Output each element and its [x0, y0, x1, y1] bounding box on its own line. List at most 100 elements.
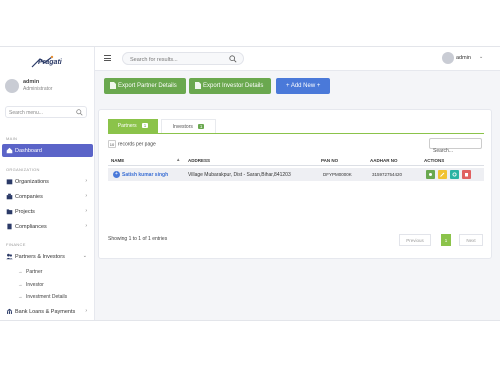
user-role: Administrator — [23, 86, 53, 92]
chevron-right-icon: › — [85, 223, 87, 229]
company-icon — [6, 193, 13, 200]
sidebar-user[interactable]: admin Administrator — [5, 77, 93, 97]
sidebar-item-label: Compliances — [15, 223, 47, 230]
clipboard-icon — [7, 223, 12, 230]
count-badge: 1 — [197, 124, 205, 129]
search-icon[interactable] — [229, 55, 237, 63]
cell-pan: DFYPM0000K — [323, 172, 352, 177]
column-header-address[interactable]: ADDRESS — [188, 158, 210, 163]
column-header-name[interactable]: NAME — [111, 158, 124, 163]
home-icon — [6, 147, 13, 154]
menu-search[interactable] — [5, 106, 87, 118]
cell-name[interactable]: Satish kumar singh — [122, 172, 168, 178]
page-size-select[interactable]: 10 — [108, 140, 116, 148]
sidebar-item-projects[interactable]: Projects › — [2, 205, 93, 218]
cell-address: Village Mubarakpur, Dist - Saran,Bihar,8… — [188, 172, 291, 178]
sidebar-item-label: Partners & Investors — [15, 253, 65, 260]
page-1-button[interactable]: 1 — [441, 234, 451, 246]
section-main: MAIN — [6, 136, 18, 141]
link-icon — [452, 172, 457, 177]
button-label: Export Partner Details — [118, 82, 177, 89]
sidebar-subitem-partner[interactable]: → Partner — [18, 269, 42, 275]
sidebar-item-label: Projects — [15, 208, 35, 215]
sidebar-item-partners-investors[interactable]: Partners & Investors ⌄ — [2, 250, 93, 263]
building-icon — [6, 179, 13, 185]
user-plus-icon: → — [18, 282, 23, 287]
global-search-input[interactable] — [130, 55, 226, 64]
file-icon — [195, 82, 201, 89]
sidebar-subitem-investment-details[interactable]: → Investment Details — [18, 294, 67, 300]
sidebar-item-compliances[interactable]: Compliances › — [2, 220, 93, 233]
file-icon — [110, 82, 116, 89]
expand-row-icon[interactable]: + — [113, 171, 120, 178]
chevron-right-icon: › — [85, 193, 87, 199]
global-search[interactable] — [122, 52, 244, 65]
edit-button[interactable] — [438, 170, 447, 179]
list-icon: → — [18, 294, 23, 299]
sidebar-subitem-investor[interactable]: → Investor — [18, 282, 44, 288]
tab-partners[interactable]: Partners 1 — [108, 119, 158, 133]
records-per-page-label: records per page — [118, 141, 156, 148]
bank-icon — [6, 308, 13, 314]
export-partner-button[interactable]: Export Partner Details — [104, 78, 186, 94]
sidebar-item-dashboard[interactable]: Dashboard — [2, 144, 93, 157]
tab-investors[interactable]: Investors 1 — [161, 119, 216, 133]
tab-divider — [108, 133, 484, 134]
table-header: NAME ▲ ADDRESS PAN NO AADHAR NO ACTIONS — [108, 154, 484, 166]
menu-search-input[interactable] — [9, 108, 71, 117]
eye-icon — [429, 173, 432, 176]
chevron-right-icon: › — [85, 178, 87, 184]
sidebar: Pragati admin Administrator MAIN Dashboa… — [0, 47, 95, 320]
export-investor-button[interactable]: Export Investor Details — [189, 78, 271, 94]
sidebar-item-label: Organizations — [15, 178, 49, 185]
button-label: + Add New + — [286, 82, 321, 89]
subitem-label: Investor — [26, 282, 44, 288]
subitem-label: Investment Details — [26, 294, 68, 300]
delete-button[interactable] — [462, 170, 471, 179]
column-header-pan[interactable]: PAN NO — [321, 158, 338, 163]
tab-label: Partners — [117, 123, 137, 129]
avatar — [5, 79, 19, 93]
menu-toggle-icon[interactable] — [104, 55, 111, 61]
app-frame: Pragati admin Administrator MAIN Dashboa… — [0, 46, 500, 321]
button-label: Export Investor Details — [203, 82, 264, 89]
section-finance: FINANCE — [6, 242, 26, 247]
topbar-user-name: admin — [456, 55, 471, 61]
trash-icon — [465, 173, 468, 177]
sidebar-item-bank-loans[interactable]: Bank Loans & Payments › — [2, 305, 93, 318]
prev-page-button[interactable]: Previous — [399, 234, 431, 246]
users-icon — [6, 253, 13, 260]
chevron-right-icon: › — [85, 308, 87, 314]
chevron-down-icon: ⌄ — [479, 54, 484, 60]
user-name: admin — [23, 79, 40, 85]
user-menu[interactable]: admin ⌄ — [442, 51, 492, 66]
records-per-page: 10 records per page — [108, 140, 156, 148]
user-plus-icon: → — [18, 269, 23, 274]
folder-icon — [6, 209, 13, 215]
view-button[interactable] — [426, 170, 435, 179]
sort-icon[interactable]: ▲ — [176, 157, 180, 162]
tab-label: Investors — [172, 124, 193, 130]
next-page-button[interactable]: Next — [459, 234, 483, 246]
partners-card: Partners 1 Investors 1 10 records per page … — [98, 109, 492, 259]
sidebar-item-label: Dashboard — [15, 147, 42, 154]
table-row: + Satish kumar singh Village Mubarakpur,… — [108, 168, 484, 181]
avatar — [442, 52, 454, 64]
table-info: Showing 1 to 1 of 1 entries — [108, 236, 168, 242]
link-button[interactable] — [450, 170, 459, 179]
chevron-down-icon: ⌄ — [82, 253, 87, 259]
topbar: admin ⌄ — [95, 47, 500, 71]
cell-aadhar: 315972754420 — [372, 172, 403, 177]
sidebar-item-organizations[interactable]: Organizations › — [2, 175, 93, 188]
sidebar-item-label: Bank Loans & Payments — [15, 308, 76, 315]
column-header-aadhar[interactable]: AADHAR NO — [370, 158, 398, 163]
add-new-button[interactable]: + Add New + — [276, 78, 330, 94]
count-badge: 1 — [141, 123, 149, 128]
pencil-icon — [440, 172, 445, 177]
section-organization: ORGANIZATION — [6, 167, 40, 172]
chevron-right-icon: › — [85, 208, 87, 214]
sidebar-item-label: Companies — [15, 193, 43, 200]
table-search[interactable] — [429, 138, 482, 156]
subitem-label: Partner — [26, 269, 43, 275]
sidebar-item-companies[interactable]: Companies › — [2, 190, 93, 203]
